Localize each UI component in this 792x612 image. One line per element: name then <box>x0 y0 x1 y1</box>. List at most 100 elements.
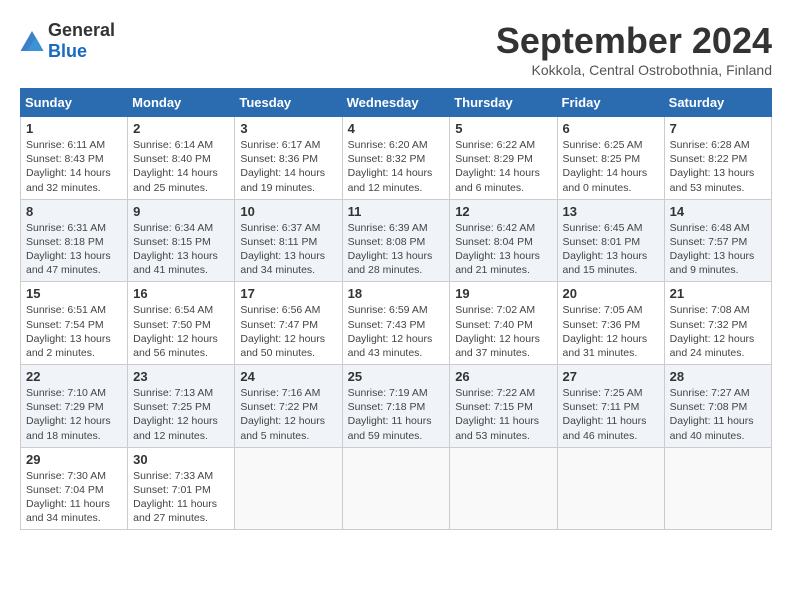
day-number: 4 <box>348 121 445 136</box>
day-info: Sunrise: 6:48 AM Sunset: 7:57 PM Dayligh… <box>670 221 766 278</box>
day-info: Sunrise: 6:31 AM Sunset: 8:18 PM Dayligh… <box>26 221 122 278</box>
day-info: Sunrise: 7:33 AM Sunset: 7:01 PM Dayligh… <box>133 469 229 526</box>
day-info: Sunrise: 7:05 AM Sunset: 7:36 PM Dayligh… <box>563 303 659 360</box>
day-number: 2 <box>133 121 229 136</box>
day-number: 5 <box>455 121 551 136</box>
calendar-header-row: SundayMondayTuesdayWednesdayThursdayFrid… <box>21 89 772 117</box>
day-info: Sunrise: 6:56 AM Sunset: 7:47 PM Dayligh… <box>240 303 336 360</box>
header: General Blue September 2024 Kokkola, Cen… <box>20 20 772 78</box>
logo-blue: Blue <box>48 41 87 61</box>
day-number: 29 <box>26 452 122 467</box>
calendar-week-row: 1Sunrise: 6:11 AM Sunset: 8:43 PM Daylig… <box>21 117 772 200</box>
day-info: Sunrise: 7:19 AM Sunset: 7:18 PM Dayligh… <box>348 386 445 443</box>
calendar-week-row: 22 Sunrise: 7:10 AM Sunset: 7:29 PM Dayli… <box>21 365 772 448</box>
day-number: 24 <box>240 369 336 384</box>
day-of-week-header: Monday <box>128 89 235 117</box>
day-info: Sunrise: 6:59 AM Sunset: 7:43 PM Dayligh… <box>348 303 445 360</box>
calendar-week-row: 29Sunrise: 7:30 AM Sunset: 7:04 PM Dayli… <box>21 447 772 530</box>
day-number: 25 <box>348 369 445 384</box>
calendar-day-cell: 6Sunrise: 6:25 AM Sunset: 8:25 PM Daylig… <box>557 117 664 200</box>
day-number: 14 <box>670 204 766 219</box>
day-info: Sunrise: 7:25 AM Sunset: 7:11 PM Dayligh… <box>563 386 659 443</box>
day-number: 17 <box>240 286 336 301</box>
day-number: 18 <box>348 286 445 301</box>
logo-text: General Blue <box>48 20 115 62</box>
calendar-day-cell: 20 Sunrise: 7:05 AM Sunset: 7:36 PM Dayli… <box>557 282 664 365</box>
day-number: 13 <box>563 204 659 219</box>
day-info: Sunrise: 7:13 AM Sunset: 7:25 PM Dayligh… <box>133 386 229 443</box>
logo: General Blue <box>20 20 115 62</box>
day-number: 21 <box>670 286 766 301</box>
day-info: Sunrise: 6:28 AM Sunset: 8:22 PM Dayligh… <box>670 138 766 195</box>
logo-general: General <box>48 20 115 40</box>
day-info: Sunrise: 6:37 AM Sunset: 8:11 PM Dayligh… <box>240 221 336 278</box>
calendar-day-cell: 27Sunrise: 7:25 AM Sunset: 7:11 PM Dayli… <box>557 365 664 448</box>
day-info: Sunrise: 7:08 AM Sunset: 7:32 PM Dayligh… <box>670 303 766 360</box>
calendar-day-cell <box>235 447 342 530</box>
calendar-day-cell: 12Sunrise: 6:42 AM Sunset: 8:04 PM Dayli… <box>450 199 557 282</box>
calendar-day-cell: 11 Sunrise: 6:39 AM Sunset: 8:08 PM Dayli… <box>342 199 450 282</box>
day-info: Sunrise: 7:10 AM Sunset: 7:29 PM Dayligh… <box>26 386 122 443</box>
calendar-day-cell: 9Sunrise: 6:34 AM Sunset: 8:15 PM Daylig… <box>128 199 235 282</box>
day-info: Sunrise: 7:02 AM Sunset: 7:40 PM Dayligh… <box>455 303 551 360</box>
day-info: Sunrise: 6:45 AM Sunset: 8:01 PM Dayligh… <box>563 221 659 278</box>
day-info: Sunrise: 6:11 AM Sunset: 8:43 PM Dayligh… <box>26 138 122 195</box>
calendar-day-cell: 28 Sunrise: 7:27 AM Sunset: 7:08 PM Dayli… <box>664 365 771 448</box>
day-number: 20 <box>563 286 659 301</box>
title-area: September 2024 Kokkola, Central Ostrobot… <box>496 20 772 78</box>
day-number: 22 <box>26 369 122 384</box>
day-info: Sunrise: 7:22 AM Sunset: 7:15 PM Dayligh… <box>455 386 551 443</box>
calendar-day-cell: 23 Sunrise: 7:13 AM Sunset: 7:25 PM Dayli… <box>128 365 235 448</box>
day-number: 7 <box>670 121 766 136</box>
calendar-day-cell <box>450 447 557 530</box>
calendar-day-cell: 21 Sunrise: 7:08 AM Sunset: 7:32 PM Dayli… <box>664 282 771 365</box>
day-number: 16 <box>133 286 229 301</box>
calendar-day-cell: 17 Sunrise: 6:56 AM Sunset: 7:47 PM Dayli… <box>235 282 342 365</box>
calendar-day-cell: 15 Sunrise: 6:51 AM Sunset: 7:54 PM Dayli… <box>21 282 128 365</box>
day-number: 26 <box>455 369 551 384</box>
calendar-day-cell: 4 Sunrise: 6:20 AM Sunset: 8:32 PM Daylig… <box>342 117 450 200</box>
calendar-day-cell: 3Sunrise: 6:17 AM Sunset: 8:36 PM Daylig… <box>235 117 342 200</box>
calendar-day-cell: 13 Sunrise: 6:45 AM Sunset: 8:01 PM Dayli… <box>557 199 664 282</box>
calendar-day-cell: 16 Sunrise: 6:54 AM Sunset: 7:50 PM Dayli… <box>128 282 235 365</box>
day-of-week-header: Sunday <box>21 89 128 117</box>
calendar-day-cell: 26 Sunrise: 7:22 AM Sunset: 7:15 PM Dayli… <box>450 365 557 448</box>
day-of-week-header: Friday <box>557 89 664 117</box>
day-info: Sunrise: 6:34 AM Sunset: 8:15 PM Dayligh… <box>133 221 229 278</box>
day-info: Sunrise: 6:20 AM Sunset: 8:32 PM Dayligh… <box>348 138 445 195</box>
day-info: Sunrise: 6:14 AM Sunset: 8:40 PM Dayligh… <box>133 138 229 195</box>
calendar-week-row: 8 Sunrise: 6:31 AM Sunset: 8:18 PM Daylig… <box>21 199 772 282</box>
calendar-day-cell: 14 Sunrise: 6:48 AM Sunset: 7:57 PM Dayli… <box>664 199 771 282</box>
day-number: 8 <box>26 204 122 219</box>
calendar-day-cell <box>664 447 771 530</box>
calendar-day-cell: 19Sunrise: 7:02 AM Sunset: 7:40 PM Dayli… <box>450 282 557 365</box>
calendar-day-cell <box>342 447 450 530</box>
day-info: Sunrise: 6:39 AM Sunset: 8:08 PM Dayligh… <box>348 221 445 278</box>
day-info: Sunrise: 7:16 AM Sunset: 7:22 PM Dayligh… <box>240 386 336 443</box>
calendar-week-row: 15 Sunrise: 6:51 AM Sunset: 7:54 PM Dayli… <box>21 282 772 365</box>
day-of-week-header: Thursday <box>450 89 557 117</box>
calendar-day-cell: 25 Sunrise: 7:19 AM Sunset: 7:18 PM Dayli… <box>342 365 450 448</box>
day-info: Sunrise: 6:51 AM Sunset: 7:54 PM Dayligh… <box>26 303 122 360</box>
calendar-day-cell: 18 Sunrise: 6:59 AM Sunset: 7:43 PM Dayli… <box>342 282 450 365</box>
day-number: 15 <box>26 286 122 301</box>
day-number: 23 <box>133 369 229 384</box>
calendar-day-cell: 24 Sunrise: 7:16 AM Sunset: 7:22 PM Dayli… <box>235 365 342 448</box>
calendar-day-cell: 5 Sunrise: 6:22 AM Sunset: 8:29 PM Daylig… <box>450 117 557 200</box>
day-info: Sunrise: 7:27 AM Sunset: 7:08 PM Dayligh… <box>670 386 766 443</box>
day-info: Sunrise: 6:54 AM Sunset: 7:50 PM Dayligh… <box>133 303 229 360</box>
calendar-day-cell: 30Sunrise: 7:33 AM Sunset: 7:01 PM Dayli… <box>128 447 235 530</box>
calendar-day-cell: 7 Sunrise: 6:28 AM Sunset: 8:22 PM Daylig… <box>664 117 771 200</box>
calendar-table: SundayMondayTuesdayWednesdayThursdayFrid… <box>20 88 772 530</box>
calendar-title: September 2024 <box>496 20 772 62</box>
day-number: 11 <box>348 204 445 219</box>
calendar-subtitle: Kokkola, Central Ostrobothnia, Finland <box>496 62 772 78</box>
day-of-week-header: Saturday <box>664 89 771 117</box>
logo-icon <box>20 31 44 51</box>
day-info: Sunrise: 6:22 AM Sunset: 8:29 PM Dayligh… <box>455 138 551 195</box>
day-of-week-header: Tuesday <box>235 89 342 117</box>
day-number: 12 <box>455 204 551 219</box>
day-number: 28 <box>670 369 766 384</box>
day-of-week-header: Wednesday <box>342 89 450 117</box>
calendar-day-cell: 10Sunrise: 6:37 AM Sunset: 8:11 PM Dayli… <box>235 199 342 282</box>
